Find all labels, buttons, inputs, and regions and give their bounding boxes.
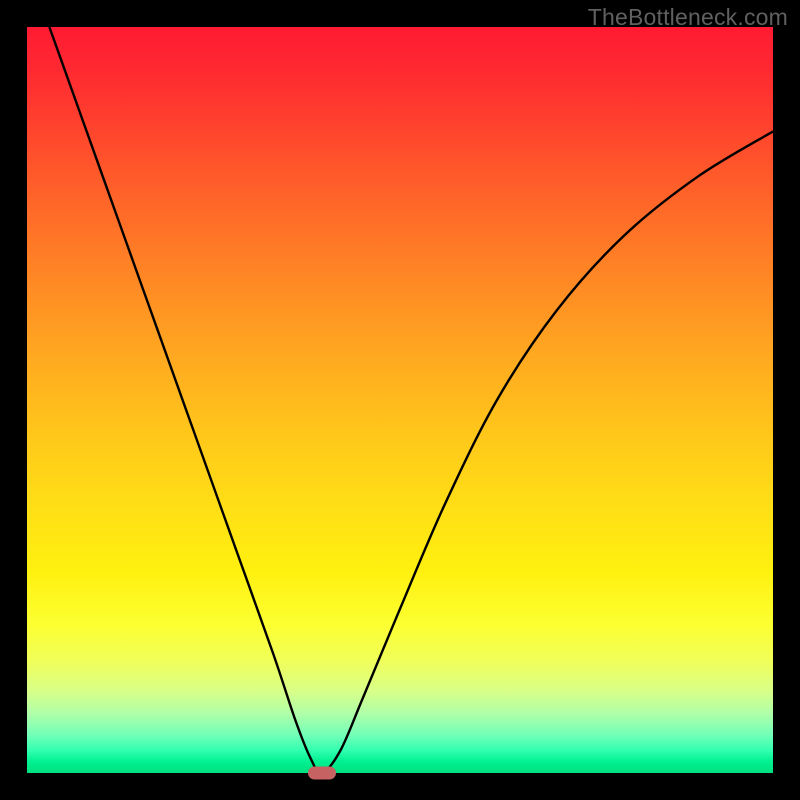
- watermark-text: TheBottleneck.com: [588, 4, 788, 31]
- bottleneck-curve: [27, 27, 773, 773]
- plot-area: [27, 27, 773, 773]
- optimum-marker: [308, 767, 336, 780]
